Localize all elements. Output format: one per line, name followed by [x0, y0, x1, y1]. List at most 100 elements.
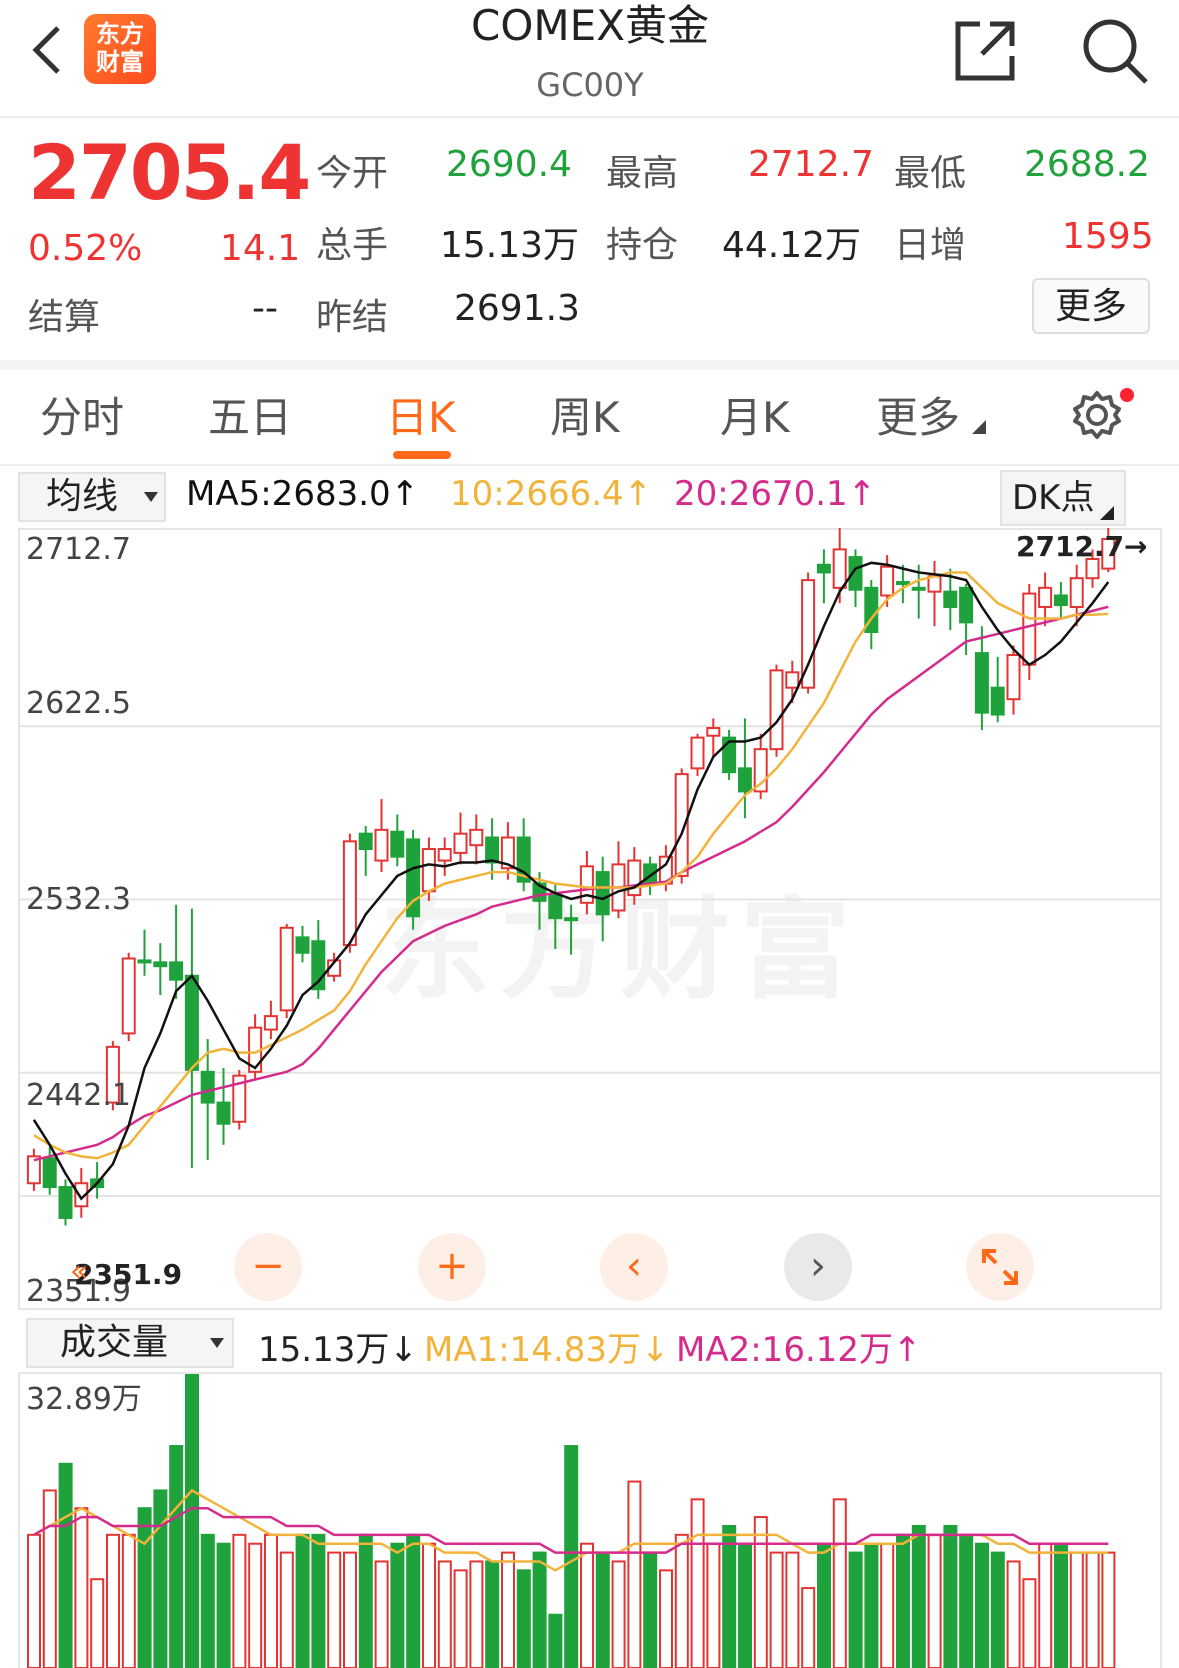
active-tab-indicator: [393, 451, 451, 459]
change-value: 14.1: [220, 228, 301, 269]
search-icon[interactable]: [1080, 16, 1150, 86]
volume-bar: [690, 1498, 705, 1668]
pan-right-button[interactable]: ›: [784, 1233, 852, 1301]
scroll-left-icon[interactable]: «: [70, 1254, 88, 1289]
tab-intraday[interactable]: 分时: [40, 384, 124, 445]
tab-five-day[interactable]: 五日: [208, 384, 292, 445]
volume-bar: [611, 1560, 626, 1668]
volume-bar: [374, 1560, 389, 1668]
gear-icon[interactable]: [1072, 390, 1122, 440]
volume-bar: [659, 1569, 673, 1668]
high-label: 最高: [606, 153, 679, 194]
candle-body: [469, 828, 484, 847]
volume-bar: [548, 1613, 563, 1668]
kline-chart[interactable]: [18, 528, 1162, 1310]
candle-body: [769, 669, 784, 751]
y-tick-label: 2532.3: [26, 882, 131, 917]
candle-body: [880, 565, 895, 597]
low-label: 最低: [894, 153, 967, 194]
candle-body: [911, 586, 926, 591]
candle-body: [169, 961, 184, 981]
volume-bar: [485, 1560, 500, 1668]
volume-bar: [848, 1551, 863, 1668]
open-label: 今开: [316, 153, 389, 194]
ma10-value: 10:2666.4↑: [450, 474, 653, 514]
candle-body: [548, 894, 563, 920]
volume-current: 15.13万↓: [258, 1330, 418, 1370]
volume-bar: [1038, 1542, 1053, 1668]
symbol-code: GC00Y: [536, 66, 644, 104]
candle-body: [832, 548, 847, 589]
volume-bar: [564, 1445, 579, 1668]
open-interest-value: 44.12万: [722, 225, 862, 266]
volume-chart[interactable]: [18, 1372, 1162, 1668]
volume-bar: [643, 1551, 658, 1668]
ma5-line: [32, 561, 1110, 1201]
zoom-in-button[interactable]: +: [418, 1233, 486, 1301]
candle-body: [485, 836, 500, 864]
pan-left-button[interactable]: ‹: [600, 1233, 668, 1301]
volume-bar: [990, 1551, 1005, 1668]
volume-bar: [42, 1489, 57, 1668]
back-arrow-icon[interactable]: [28, 22, 68, 78]
volume-bar: [1069, 1551, 1084, 1668]
app-logo: 东方 财富: [84, 14, 156, 84]
change-percent: 0.52%: [28, 228, 143, 269]
open-value: 2690.4: [446, 144, 572, 185]
candle-body: [1038, 586, 1053, 609]
volume-bar: [216, 1542, 231, 1668]
volume-bar: [200, 1533, 215, 1668]
max-price-marker: 2712.7→: [1016, 530, 1148, 563]
candle-body: [595, 871, 610, 916]
volume-bar: [880, 1542, 895, 1668]
volume-bar: [738, 1542, 752, 1668]
volume-bar: [580, 1542, 594, 1668]
volume-bar: [753, 1516, 768, 1668]
tab-daily-k[interactable]: 日K: [386, 384, 456, 445]
volume-bar: [137, 1507, 152, 1668]
tab-weekly-k[interactable]: 周K: [550, 384, 620, 445]
volume-bar: [785, 1551, 800, 1668]
candle-body: [342, 840, 357, 947]
volume-bar: [516, 1569, 531, 1668]
volume-bar: [943, 1524, 958, 1668]
volume-bar: [27, 1533, 41, 1668]
min-price-marker: 2351.9: [74, 1258, 183, 1291]
volume-bar: [469, 1560, 484, 1668]
candle-body: [121, 957, 136, 1035]
candle-body: [785, 671, 800, 689]
last-price: 2705.4: [28, 128, 311, 217]
tab-monthly-k[interactable]: 月K: [720, 384, 790, 445]
candle-body: [437, 848, 452, 862]
volume-bar: [248, 1542, 263, 1668]
high-value: 2712.7: [748, 144, 874, 185]
candle-body: [706, 727, 721, 737]
volume-bar: [627, 1480, 642, 1668]
candle-body: [421, 848, 436, 893]
volume-bar: [279, 1551, 294, 1668]
volume-bar: [832, 1498, 847, 1668]
volume-bar: [706, 1542, 721, 1668]
candle-body: [1069, 577, 1084, 609]
tab-more[interactable]: 更多: [876, 384, 960, 445]
volume-bar: [358, 1533, 373, 1668]
expand-icon: [982, 1249, 1018, 1285]
ma20-line: [33, 605, 1109, 1162]
volume-ma1: MA1:14.83万↓: [424, 1330, 670, 1370]
dropdown-icon: [210, 1338, 224, 1348]
volume-indicator-select[interactable]: 成交量: [26, 1318, 234, 1368]
quote-more-button[interactable]: 更多: [1032, 278, 1150, 334]
candle-body: [390, 830, 405, 858]
prev-settle-label: 昨结: [316, 297, 389, 338]
ma20-value: 20:2670.1↑: [674, 474, 877, 514]
candle-body: [959, 586, 974, 624]
volume-bar: [1022, 1578, 1037, 1668]
zoom-out-button[interactable]: −: [234, 1233, 302, 1301]
volume-bar: [959, 1533, 974, 1668]
caret-icon: [1100, 506, 1114, 520]
volume-bar: [185, 1374, 199, 1668]
share-icon[interactable]: [952, 18, 1018, 84]
candle-body: [263, 1015, 278, 1031]
volume-bar: [121, 1533, 136, 1668]
fullscreen-button[interactable]: [966, 1233, 1034, 1301]
